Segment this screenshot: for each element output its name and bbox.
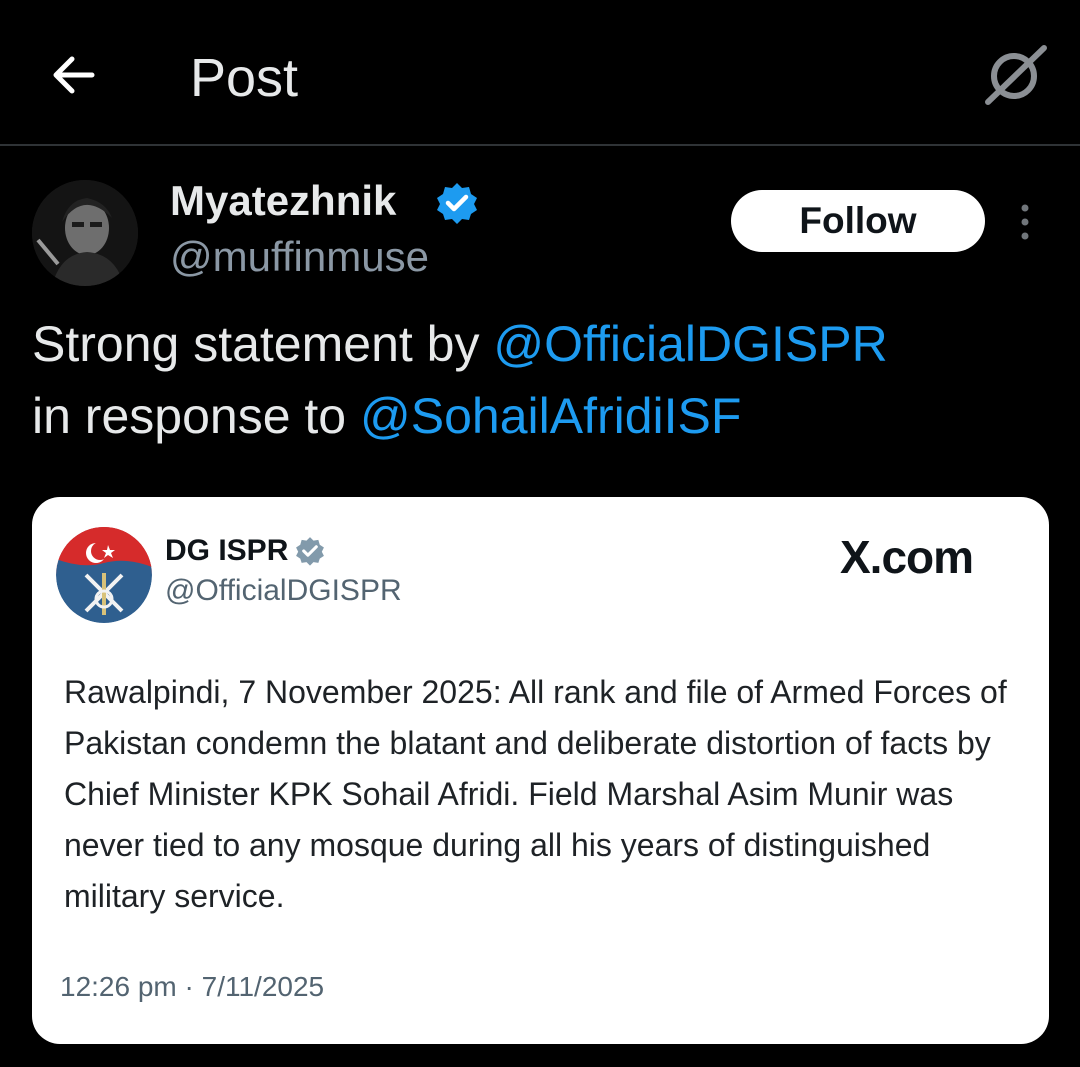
grok-icon — [985, 45, 1047, 105]
embed-body-text: Rawalpindi, 7 November 2025: All rank an… — [64, 674, 1007, 914]
top-bar: Post — [0, 0, 1080, 146]
embed-author-handle: @OfficialDGISPR — [165, 574, 402, 607]
avatar[interactable] — [32, 180, 138, 286]
verified-badge-icon[interactable] — [434, 180, 480, 226]
profile-photo — [32, 180, 138, 286]
grok-button[interactable] — [982, 40, 1050, 108]
embed-avatar — [56, 527, 152, 623]
embed-verified-badge-icon — [294, 535, 326, 567]
embedded-post-image[interactable]: DG ISPR @OfficialDGISPR X.com Rawalpindi… — [32, 497, 1049, 1044]
author-name[interactable]: Myatezhnik — [170, 176, 396, 226]
post-text: Strong statement by @OfficialDGISPR in r… — [32, 308, 1052, 452]
page-title: Post — [190, 48, 299, 108]
embed-author-name: DG ISPR — [165, 534, 289, 567]
post-text-part: in response to — [32, 388, 360, 444]
post-text-part: Strong statement by — [32, 316, 494, 372]
source-label: X.com — [840, 531, 974, 583]
mention-link[interactable]: @SohailAfridiISF — [360, 388, 741, 444]
more-vertical-icon — [1021, 204, 1029, 240]
embed-timestamp: 12:26 pm · 7/11/2025 — [60, 971, 325, 1002]
mention-link[interactable]: @OfficialDGISPR — [493, 316, 887, 372]
arrow-left-icon — [53, 56, 95, 94]
follow-button[interactable]: Follow — [731, 190, 985, 252]
author-handle[interactable]: @muffinmuse — [170, 232, 429, 282]
back-button[interactable] — [48, 50, 98, 100]
more-options-button[interactable] — [1010, 200, 1040, 244]
